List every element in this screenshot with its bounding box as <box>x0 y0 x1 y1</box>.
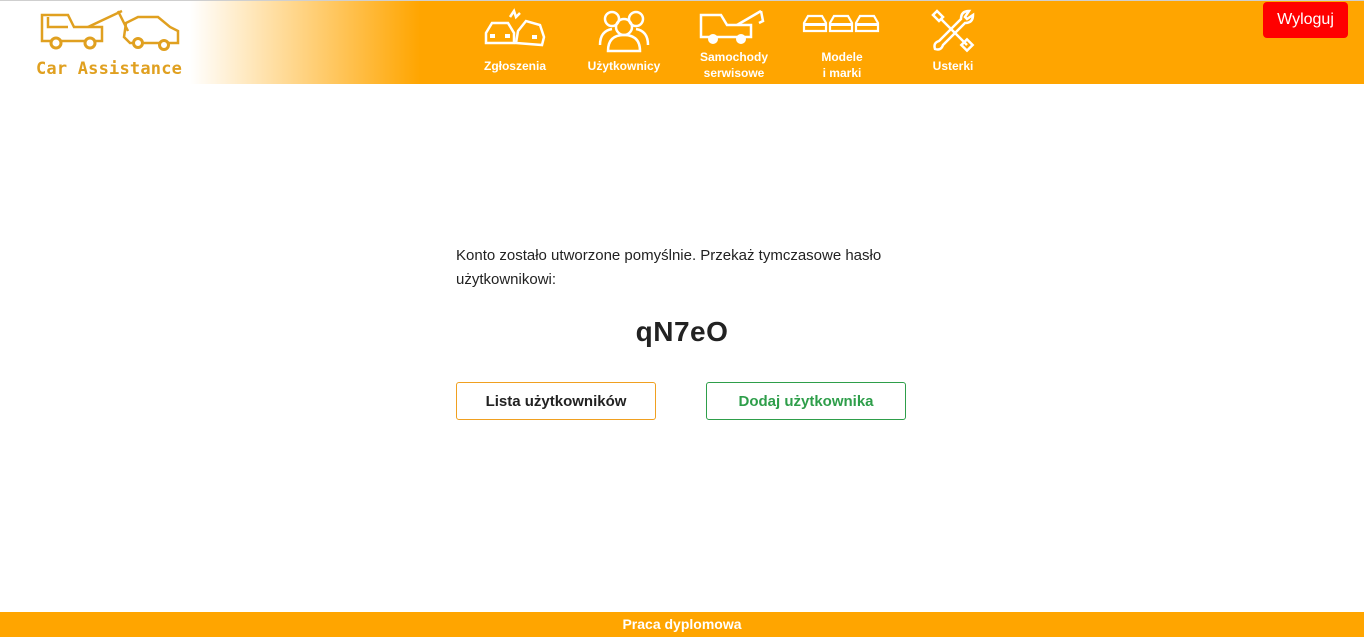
nav-item-samochody-serwisowe[interactable]: Samochody serwisowe <box>684 5 784 83</box>
user-list-button[interactable]: Lista użytkowników <box>456 382 656 420</box>
nav-label: Usterki <box>932 59 974 73</box>
tools-icon <box>931 9 975 53</box>
nav-item-modele-i-marki[interactable]: Modele i marki <box>792 5 892 83</box>
nav-item-zgloszenia[interactable]: Zgłoszenia <box>465 5 565 83</box>
nav-label: Zgłoszenia <box>483 59 546 73</box>
brand-logo[interactable]: Car Assistance <box>30 3 195 83</box>
nav-item-uzytkownicy[interactable]: Użytkownicy <box>574 5 674 83</box>
nav-label: Samochody serwisowe <box>699 50 768 80</box>
brand-name: Car Assistance <box>36 59 183 79</box>
car-crash-icon <box>484 8 546 47</box>
nav-label: Modele i marki <box>821 50 863 80</box>
cars-icon <box>802 14 880 33</box>
temporary-password: qN7eO <box>635 316 729 347</box>
success-message: Konto zostało utworzone pomyślnie. Przek… <box>456 247 882 288</box>
add-user-button[interactable]: Dodaj użytkownika <box>706 382 906 420</box>
nav-label: Użytkownicy <box>587 59 661 73</box>
nav-item-usterki[interactable]: Usterki <box>903 5 1003 83</box>
logout-button[interactable]: Wyloguj <box>1263 2 1348 38</box>
tow-truck-logo-icon <box>40 9 180 51</box>
account-created-panel: Konto zostało utworzone pomyślnie. Przek… <box>456 244 908 420</box>
action-buttons: Lista użytkowników Dodaj użytkownika <box>456 382 908 420</box>
users-icon <box>598 10 650 53</box>
page: Car Assistance Zgłoszenia Użytkownicy Sa… <box>0 0 1364 637</box>
tow-truck-icon <box>699 9 765 44</box>
footer: Praca dyplomowa <box>0 612 1364 637</box>
top-navbar: Car Assistance Zgłoszenia Użytkownicy Sa… <box>0 0 1364 84</box>
